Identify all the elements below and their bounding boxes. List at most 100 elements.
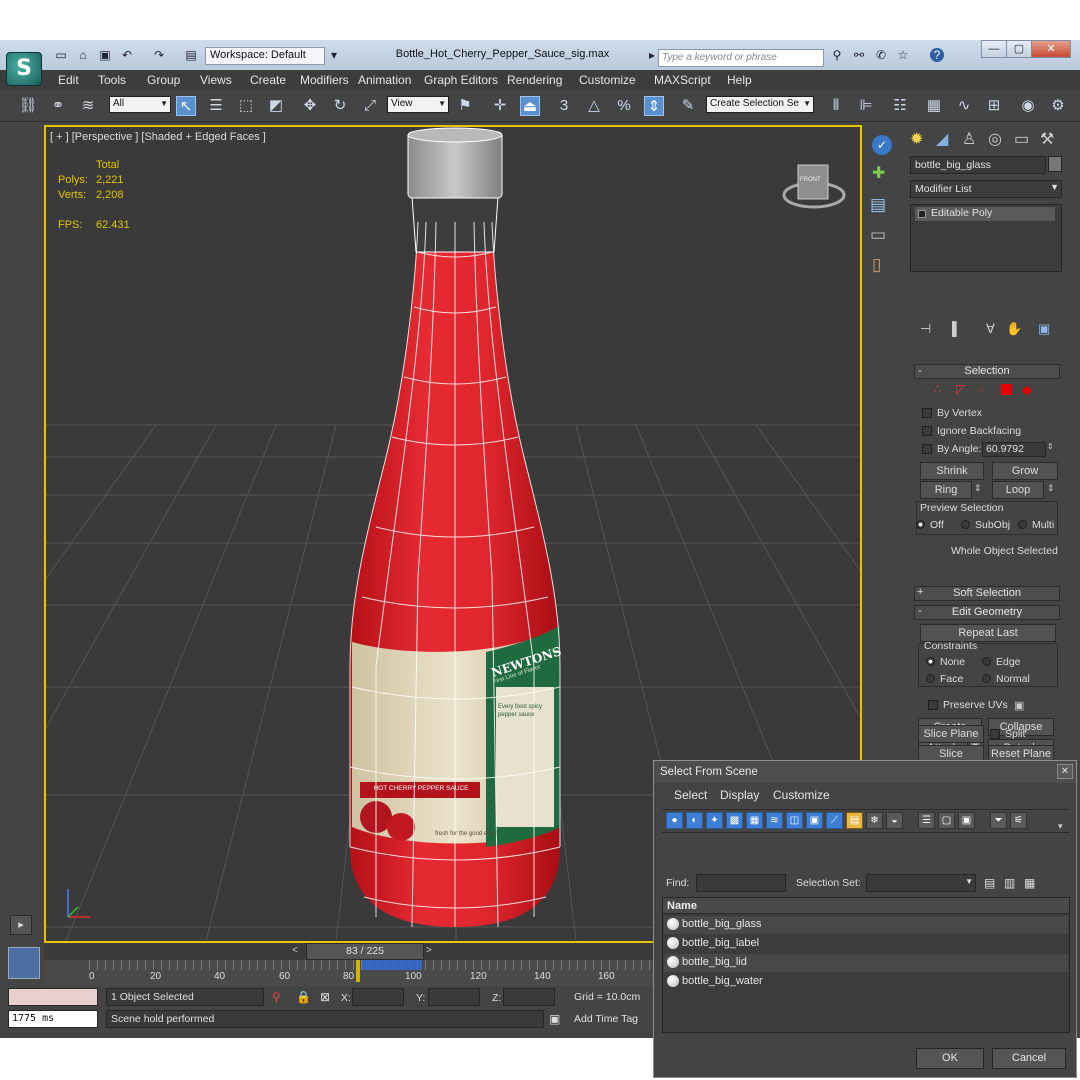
utilities-tab-icon[interactable]: ⚒ [1040,129,1054,149]
selection-set-dropdown[interactable]: ▼ [866,874,976,892]
display-groups-icon[interactable]: ◫ [786,812,803,829]
find-input[interactable] [696,874,786,892]
list-item[interactable]: bottle_big_water [664,973,1068,991]
x-coordinate-field[interactable] [352,988,404,1006]
help-icon[interactable]: ? [930,48,944,62]
split-checkbox[interactable] [990,729,1000,739]
select-and-rotate-icon[interactable]: ↻ [330,96,350,116]
create-tab-icon[interactable]: ✹ [910,129,923,149]
display-xrefs-icon[interactable]: ▣ [806,812,823,829]
select-and-move-icon[interactable]: ✥ [300,96,320,116]
menu-help[interactable]: Help [727,73,752,87]
display-helpers-icon[interactable]: ▦ [746,812,763,829]
viewport-layout-button[interactable]: ▸ [10,915,32,935]
spinner-snap-icon[interactable]: ⇕ [644,96,664,116]
show-end-result-icon[interactable]: ▌ [952,321,961,336]
select-object-icon[interactable]: ↖ [176,96,196,116]
menu-animation[interactable]: Animation [358,73,411,87]
dialog-menu-customize[interactable]: Customize [773,788,830,802]
graphite-ribbon-icon[interactable]: ▦ [924,96,944,116]
display-shapes-icon[interactable]: ◐ [686,812,703,829]
menu-modifiers[interactable]: Modifiers [300,73,349,87]
edit-geometry-rollout-title[interactable]: Edit Geometry [914,605,1060,620]
workspace-expand-icon[interactable]: ▾ [327,48,341,62]
menu-group[interactable]: Group [147,73,180,87]
menu-edit[interactable]: Edit [58,73,79,87]
max-logo-icon[interactable]: S [6,52,42,86]
display-geometry-icon[interactable]: ● [666,812,683,829]
selection-rollout-title[interactable]: Selection [914,364,1060,379]
layer-manager-icon[interactable]: ☷ [890,96,910,116]
y-coordinate-field[interactable] [428,988,480,1006]
open-file-icon[interactable]: ⌂ [76,48,90,62]
menu-graph-editors[interactable]: Graph Editors [424,73,498,87]
schematic-view-icon[interactable]: ⊞ [984,96,1004,116]
communication-center-icon[interactable]: ✆ [874,48,888,62]
add-time-tag[interactable]: Add Time Tag [569,1010,653,1028]
absolute-mode-icon[interactable]: ⊠ [320,990,330,1004]
expand-icon[interactable] [918,210,926,218]
filter-icon[interactable]: ⏷ [990,812,1007,829]
border-mode-icon[interactable]: ◌ [978,382,985,396]
binoculars-search-icon[interactable]: ⚲ [830,48,844,62]
door-icon[interactable]: ▯ [872,255,881,275]
pivot-center-icon[interactable]: ⚑ [455,96,475,116]
maxscript-listener-pink[interactable] [8,988,98,1006]
pin-stack-icon[interactable]: ⊣ [920,321,931,337]
redo-icon[interactable]: ↷ [152,48,166,62]
close-button[interactable]: ✕ [1031,40,1071,58]
menu-customize[interactable]: Customize [579,73,636,87]
list-item[interactable]: bottle_big_label [664,935,1068,953]
grow-button[interactable]: Grow [992,462,1058,480]
monitor-icon[interactable]: ▭ [870,225,886,245]
column-header-name[interactable]: Name [663,898,1069,914]
edge-mode-icon[interactable]: ◸ [956,382,965,396]
select-and-link-icon[interactable]: ⛓ [18,96,38,116]
remove-modifier-icon[interactable]: ✋ [1006,321,1022,337]
vertex-mode-icon[interactable]: ∴ [934,382,942,396]
motion-tab-icon[interactable]: ◎ [988,129,1002,149]
new-file-icon[interactable]: ▭ [54,48,68,62]
by-angle-checkbox[interactable] [922,444,932,454]
stack-item-editable-poly[interactable]: Editable Poly [915,207,1055,221]
make-unique-icon[interactable]: ∀ [986,321,995,337]
snaps-toggle-icon[interactable]: 3 [554,96,574,116]
material-editor-icon[interactable]: ◉ [1018,96,1038,116]
shrink-button[interactable]: Shrink [920,462,984,480]
display-frozen-icon[interactable]: ❄ [866,812,883,829]
hierarchy-tab-icon[interactable]: ♙ [962,129,976,149]
select-none-icon[interactable]: ▥ [1004,876,1015,890]
time-slider-thumb[interactable]: 83 / 225 [306,943,424,960]
keyframes-strip[interactable] [362,960,422,970]
display-hidden-icon[interactable]: ◒ [886,812,903,829]
dialog-menu-display[interactable]: Display [720,788,759,802]
mini-listener-button[interactable] [8,947,40,979]
ring-button[interactable]: Ring [920,481,972,499]
display-containers-icon[interactable]: ▤ [846,812,863,829]
workspace-dropdown[interactable]: Workspace: Default [205,47,325,65]
curve-editor-icon[interactable]: ∿ [954,96,974,116]
undo-icon[interactable]: ↶ [120,48,134,62]
rectangular-selection-icon[interactable]: ⬚ [236,96,256,116]
collapse-minus-icon[interactable]: - [918,605,922,617]
save-file-icon[interactable]: ▣ [98,48,112,62]
scene-object-list[interactable]: Name bottle_big_glass bottle_big_label b… [662,897,1070,1033]
ring-spinner-icon[interactable]: ⇕ [974,483,982,494]
object-color-swatch[interactable] [1048,156,1062,172]
angle-spinner[interactable]: 60.9792 [982,442,1046,457]
keyboard-shortcut-override-icon[interactable]: ⏏ [520,96,540,116]
minimize-button[interactable]: — [981,40,1007,58]
assembly-icon[interactable]: ✚ [872,163,885,183]
bind-space-warp-icon[interactable]: ≋ [78,96,98,116]
align-icon[interactable]: ⊫ [856,96,876,116]
unlink-selection-icon[interactable]: ⚭ [48,96,68,116]
soft-selection-rollout-title[interactable]: Soft Selection [914,586,1060,601]
time-slider-track[interactable]: < 83 / 225 > [44,943,654,960]
constraint-edge-radio[interactable] [982,657,991,666]
select-by-name-icon[interactable]: ☰ [206,96,226,116]
render-setup-icon[interactable]: ⚙ [1048,96,1068,116]
object-name-field[interactable]: bottle_big_glass [910,156,1046,174]
polygon-mode-icon[interactable] [1001,384,1012,395]
infocenter-toggle-icon[interactable]: ▸ [645,48,659,62]
loop-button[interactable]: Loop [992,481,1044,499]
